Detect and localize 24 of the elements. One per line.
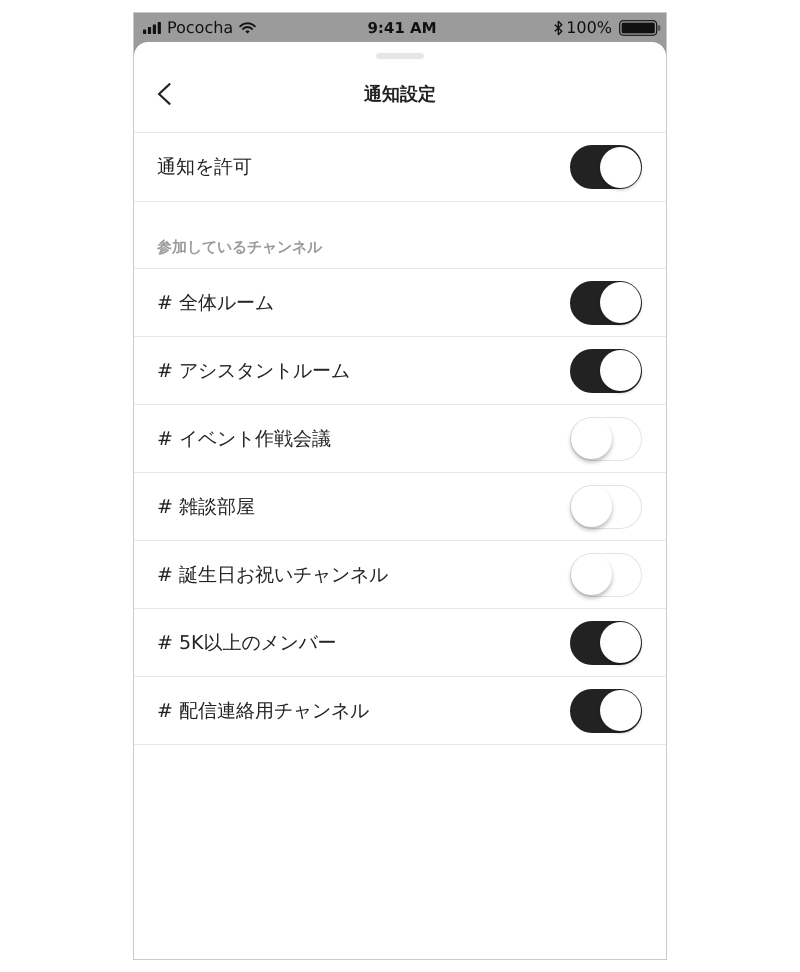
toggle-switch[interactable] [570, 348, 642, 392]
drag-handle[interactable] [376, 53, 424, 59]
battery-percentage: 100% [566, 18, 612, 37]
carrier-name: Pococha [167, 18, 234, 37]
channel-name: # 全体ルーム [157, 290, 274, 316]
channel-name: # 5K以上のメンバー [157, 630, 337, 656]
toggle-switch[interactable] [570, 620, 642, 664]
battery-icon [619, 20, 661, 36]
toggle-switch[interactable] [570, 688, 642, 732]
channel-name: # アシスタントルーム [157, 358, 350, 384]
sheet-title: 通知設定 [364, 82, 436, 106]
channel-name: # 雑談部屋 [157, 494, 255, 520]
section-heading: 参加しているチャンネル [157, 238, 322, 257]
wifi-icon [239, 22, 256, 34]
signal-icon [143, 22, 161, 34]
toggle-switch[interactable] [570, 145, 642, 189]
back-icon[interactable] [157, 82, 171, 104]
channel-name: # イベント作戦会議 [157, 426, 331, 452]
channel-name: # 誕生日お祝いチャンネル [157, 562, 388, 588]
setting-label: 通知を許可 [157, 155, 252, 180]
channel-name: # 配信連絡用チャンネル [157, 698, 369, 724]
status-time: 9:41 AM [367, 18, 437, 36]
bluetooth-icon [554, 20, 564, 36]
toggle-switch[interactable] [570, 280, 642, 324]
